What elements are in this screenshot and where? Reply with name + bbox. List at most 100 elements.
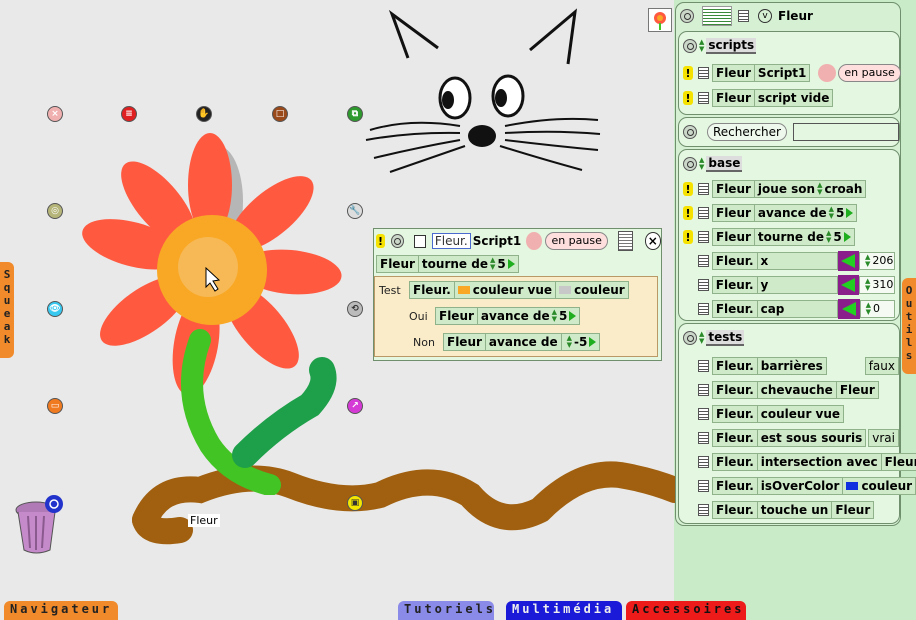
cat-drawing[interactable] <box>360 8 610 178</box>
row-object-tile[interactable]: Fleur <box>712 204 755 222</box>
multimedia-tab[interactable]: Multimédia <box>506 601 622 620</box>
command-value[interactable]: 5 <box>833 229 841 245</box>
row-menu-icon[interactable] <box>698 408 709 420</box>
test-arg[interactable]: Fleur <box>836 381 879 399</box>
stepper-arrows-icon[interactable]: ▲ ▼ <box>567 335 572 349</box>
row-script-name[interactable]: Script1 <box>754 64 811 82</box>
var-name[interactable]: cap <box>757 300 839 318</box>
flower-sketch[interactable] <box>60 125 350 495</box>
play-arrow-icon[interactable] <box>843 232 851 242</box>
search-input[interactable] <box>792 123 899 141</box>
non-value-tile[interactable]: ▲ ▼ -5 <box>561 333 601 351</box>
stepper-arrows-icon[interactable]: ▲ ▼ <box>866 302 871 316</box>
script-menu-icon[interactable] <box>617 231 633 251</box>
test-object-tile[interactable]: Fleur. <box>712 405 758 423</box>
sketch-name-label[interactable]: Fleur <box>188 514 220 527</box>
navigateur-tab[interactable]: Navigateur <box>4 601 118 620</box>
test-color-tile[interactable]: couleur <box>843 477 916 495</box>
row-menu-icon[interactable] <box>698 303 709 315</box>
search-menu-button[interactable] <box>683 125 697 139</box>
menu-icon[interactable]: ≡ <box>121 106 137 122</box>
drag-icon[interactable]: □ <box>272 106 288 122</box>
test-name[interactable]: est sous souris <box>757 429 867 447</box>
base-category[interactable]: ▲ ▼ base ! Fleur joue son ▲ ▼ croah ! Fleur … <box>678 149 900 321</box>
script-object-tile[interactable]: Fleur. <box>431 233 471 249</box>
row-menu-icon[interactable] <box>698 231 709 243</box>
stepper-arrows-icon[interactable]: ▲ ▼ <box>826 230 831 244</box>
viewer-tiles-icon[interactable] <box>702 6 732 26</box>
accessoires-tab[interactable]: Accessoires <box>626 601 746 620</box>
test-object-tile[interactable]: Fleur. <box>712 453 758 471</box>
assign-arrow-icon[interactable] <box>837 251 859 271</box>
test-arg[interactable]: vrai <box>868 429 899 447</box>
category-title[interactable]: scripts <box>706 38 757 54</box>
var-value[interactable]: ▲ ▼ 0 <box>859 300 895 318</box>
collapse-icon[interactable]: ▭ <box>47 398 63 414</box>
viewer-panel[interactable]: v Fleur ▲ ▼ scripts ! Fleur Script1 en pa… <box>675 2 916 526</box>
oui-value[interactable]: 5 <box>559 308 567 324</box>
test-name[interactable]: chevauche <box>757 381 837 399</box>
color-swatch-blue[interactable] <box>846 482 859 490</box>
row-menu-icon[interactable] <box>698 183 709 195</box>
oui-command-tile[interactable]: avance de ▲ ▼ 5 <box>477 307 581 325</box>
run-once-button[interactable]: ! <box>683 91 693 105</box>
category-menu-button[interactable] <box>683 39 697 53</box>
row-menu-icon[interactable] <box>698 207 709 219</box>
clock-icon[interactable] <box>526 232 543 250</box>
non-value[interactable]: -5 <box>574 334 587 350</box>
test-object-tile[interactable]: Fleur. <box>712 357 758 375</box>
row-menu-icon[interactable] <box>698 279 709 291</box>
non-command-tile[interactable]: avance de <box>485 333 562 351</box>
row-status[interactable]: en pause <box>838 64 901 82</box>
oui-object-tile[interactable]: Fleur <box>435 307 478 325</box>
test-object-tile[interactable]: Fleur. <box>712 381 758 399</box>
var-value-text[interactable]: 206 <box>872 252 893 270</box>
test-name[interactable]: intersection avec <box>757 453 882 471</box>
viewer-menu-button[interactable] <box>680 9 694 23</box>
run-once-button[interactable]: ! <box>376 234 386 248</box>
row-menu-icon[interactable] <box>698 432 709 444</box>
color-swatch-orange[interactable] <box>457 286 470 294</box>
row-menu-icon[interactable] <box>698 456 709 468</box>
resize-icon[interactable]: ↗ <box>347 398 363 414</box>
category-arrows-icon[interactable]: ▲ ▼ <box>699 331 704 345</box>
play-arrow-icon[interactable] <box>589 337 597 347</box>
line-value[interactable]: 5 <box>497 256 505 272</box>
play-arrow-icon[interactable] <box>569 311 577 321</box>
test-name[interactable]: isOverColor <box>757 477 844 495</box>
stepper-arrows-icon[interactable]: ▲ ▼ <box>865 278 870 292</box>
outils-flap-tab[interactable]: Outils <box>902 278 916 374</box>
row-menu-icon[interactable] <box>698 92 709 104</box>
var-value-text[interactable]: 310 <box>872 276 893 294</box>
row-menu-icon[interactable] <box>698 504 709 516</box>
trash-icon[interactable] <box>14 494 66 556</box>
row-menu-icon[interactable] <box>698 384 709 396</box>
color-swatch-gray[interactable] <box>559 286 572 294</box>
row-object-tile[interactable]: Fleur <box>712 64 755 82</box>
var-value[interactable]: ▲ ▼ 206 <box>859 252 895 270</box>
row-menu-icon[interactable] <box>698 360 709 372</box>
line-object-tile[interactable]: Fleur <box>376 255 419 273</box>
category-title[interactable]: tests <box>706 330 745 346</box>
category-arrows-icon[interactable]: ▲ ▼ <box>699 157 704 171</box>
run-once-button[interactable]: ! <box>683 182 693 196</box>
test-color-tile[interactable]: couleur <box>556 281 629 299</box>
var-name[interactable]: x <box>757 252 838 270</box>
var-object-tile[interactable]: Fleur. <box>711 300 758 318</box>
viewer-v-button[interactable]: v <box>758 9 772 23</box>
script-status[interactable]: en pause <box>545 232 608 250</box>
category-menu-button[interactable] <box>683 157 697 171</box>
play-arrow-icon[interactable] <box>846 208 854 218</box>
var-object-tile[interactable]: Fleur. <box>711 252 758 270</box>
stepper-arrows-icon[interactable]: ▲ ▼ <box>552 309 557 323</box>
row-script-name[interactable]: script vide <box>754 89 834 107</box>
row-menu-icon[interactable] <box>698 67 709 79</box>
viewer-list-icon[interactable] <box>738 10 749 22</box>
non-object-tile[interactable]: Fleur <box>443 333 486 351</box>
tests-category[interactable]: ▲ ▼ tests Fleur. barrières faux Fleur. ch… <box>678 323 916 524</box>
assign-arrow-icon[interactable] <box>837 275 859 295</box>
test-object-tile[interactable]: Fleur. <box>712 501 758 519</box>
clock-icon[interactable] <box>818 64 837 82</box>
wrench-icon[interactable]: 🔧 <box>347 203 363 219</box>
run-once-button[interactable]: ! <box>683 66 693 80</box>
